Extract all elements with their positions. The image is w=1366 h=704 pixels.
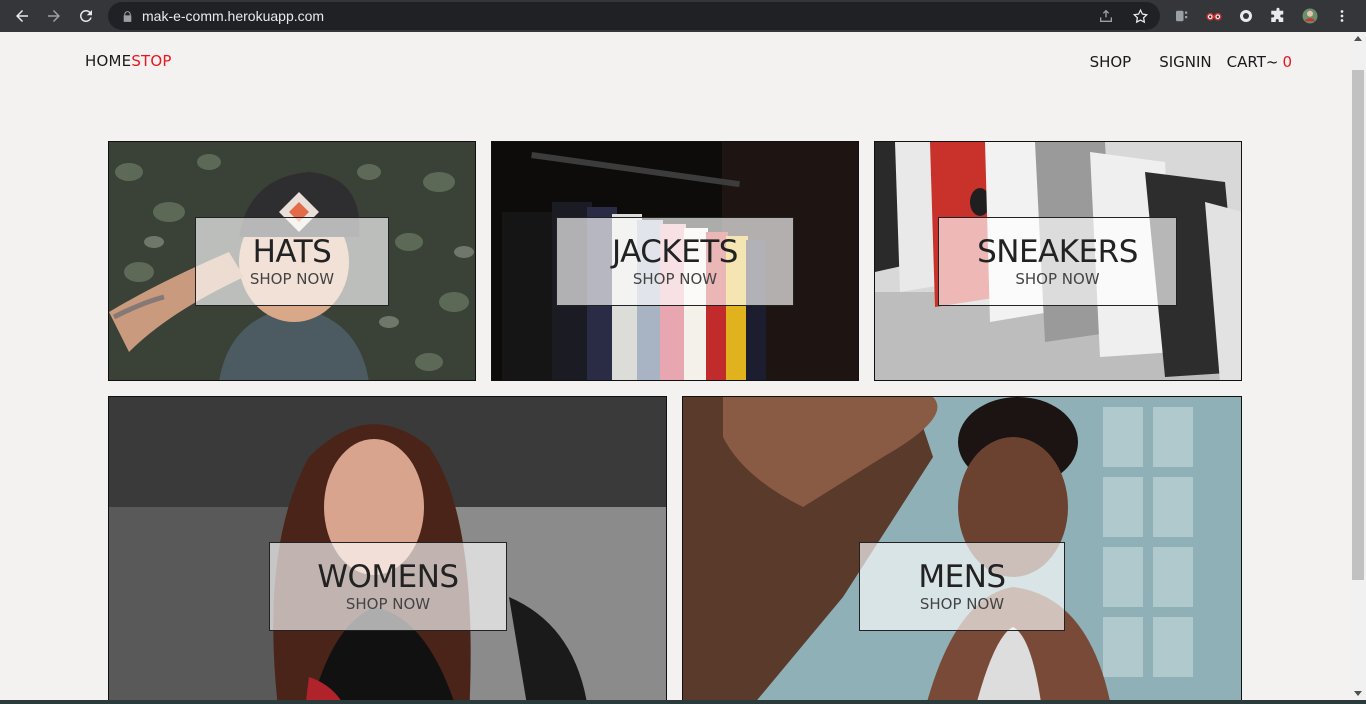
reload-button[interactable] bbox=[70, 0, 102, 32]
cart-count: 0 bbox=[1282, 53, 1292, 71]
browser-toolbar: mak-e-comm.herokuapp.com bbox=[0, 0, 1366, 32]
category-title: MENS bbox=[918, 558, 1006, 595]
category-title: HATS bbox=[252, 233, 332, 270]
glasses-extension-icon[interactable] bbox=[1198, 0, 1230, 32]
womens-label-box[interactable]: WOMENS SHOP NOW bbox=[269, 542, 507, 631]
puzzle-icon[interactable] bbox=[1262, 0, 1294, 32]
star-icon[interactable] bbox=[1126, 2, 1154, 30]
back-icon bbox=[16, 10, 28, 22]
category-tile-sneakers[interactable]: SNEAKERS SHOP NOW bbox=[874, 141, 1242, 381]
circle-extension-icon[interactable] bbox=[1230, 0, 1262, 32]
share-icon[interactable] bbox=[1092, 2, 1120, 30]
nav-cart[interactable]: CART~ 0 bbox=[1227, 53, 1292, 71]
lock-icon bbox=[120, 9, 134, 23]
category-tile-hats[interactable]: HATS SHOP NOW bbox=[108, 141, 476, 381]
logo-stop: STOP bbox=[131, 52, 172, 70]
nav-shop[interactable]: SHOP bbox=[1090, 53, 1132, 71]
extension-icon[interactable] bbox=[1166, 0, 1198, 32]
page-content: HOMESTOP SHOP SIGNIN CART~ 0 HATS SHOP N… bbox=[0, 32, 1350, 700]
shop-now-link[interactable]: SHOP NOW bbox=[250, 271, 334, 287]
page-scrollbar[interactable] bbox=[1350, 32, 1366, 704]
logo-home: HOME bbox=[85, 52, 132, 70]
scroll-down-arrow-icon[interactable] bbox=[1354, 691, 1362, 696]
sneakers-label-box[interactable]: SNEAKERS SHOP NOW bbox=[938, 217, 1177, 306]
cart-label: CART~ bbox=[1226, 53, 1279, 71]
top-nav: SHOP SIGNIN CART~ 0 bbox=[1062, 53, 1292, 71]
url-text: mak-e-comm.herokuapp.com bbox=[142, 8, 325, 24]
category-title: JACKETS bbox=[612, 233, 738, 270]
site-logo[interactable]: HOMESTOP bbox=[85, 52, 172, 70]
shop-now-link[interactable]: SHOP NOW bbox=[1015, 271, 1099, 287]
back-button[interactable] bbox=[6, 0, 38, 32]
shop-now-link[interactable]: SHOP NOW bbox=[633, 271, 717, 287]
reload-icon bbox=[79, 9, 92, 22]
forward-icon bbox=[48, 10, 60, 22]
category-tile-jackets[interactable]: JACKETS SHOP NOW bbox=[491, 141, 859, 381]
address-bar[interactable]: mak-e-comm.herokuapp.com bbox=[108, 2, 1160, 30]
hats-label-box[interactable]: HATS SHOP NOW bbox=[195, 217, 389, 306]
category-tile-mens[interactable]: MENS SHOP NOW bbox=[682, 396, 1242, 700]
nav-signin[interactable]: SIGNIN bbox=[1159, 53, 1211, 71]
jackets-label-box[interactable]: JACKETS SHOP NOW bbox=[556, 217, 794, 306]
profile-avatar[interactable] bbox=[1294, 0, 1326, 32]
forward-button[interactable] bbox=[38, 0, 70, 32]
bottom-taskbar-edge bbox=[0, 700, 1366, 704]
shop-now-link[interactable]: SHOP NOW bbox=[346, 596, 430, 612]
category-title: WOMENS bbox=[317, 558, 459, 595]
category-tile-womens[interactable]: WOMENS SHOP NOW bbox=[108, 396, 667, 700]
scroll-up-arrow-icon[interactable] bbox=[1354, 36, 1362, 41]
shop-now-link[interactable]: SHOP NOW bbox=[920, 596, 1004, 612]
menu-icon[interactable] bbox=[1326, 0, 1358, 32]
mens-label-box[interactable]: MENS SHOP NOW bbox=[859, 542, 1065, 631]
scrollbar-thumb[interactable] bbox=[1352, 70, 1364, 580]
category-title: SNEAKERS bbox=[977, 233, 1138, 270]
